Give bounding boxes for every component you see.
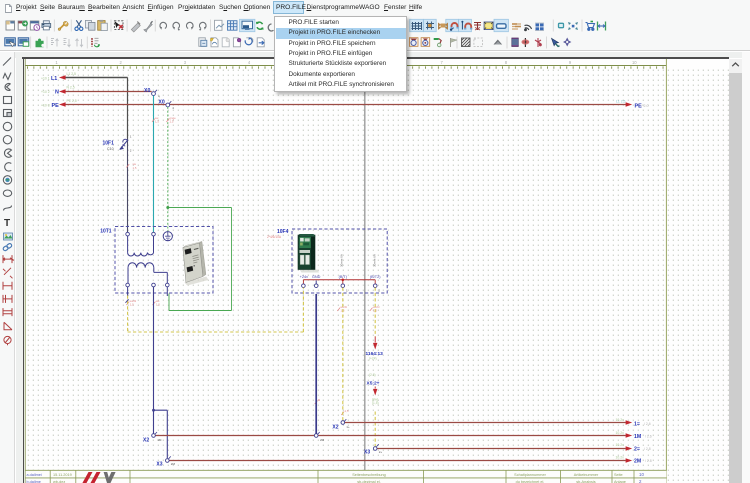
svg-text:1,5: 1,5 — [170, 119, 174, 123]
svg-text:1M: 1M — [157, 438, 162, 442]
svg-text:2M: 2M — [320, 438, 325, 442]
svg-text:L1: L1 — [51, 76, 57, 82]
svg-text:X0: X0 — [158, 100, 164, 106]
svg-text:(+24): (+24) — [369, 357, 377, 361]
svg-text:1M: 1M — [634, 434, 641, 440]
svg-text:15.11.2019: 15.11.2019 — [53, 473, 72, 477]
svg-text:2: 2 — [120, 60, 123, 65]
svg-text:1: 1 — [130, 135, 132, 139]
svg-text:/ 2.8: / 2.8 — [645, 459, 652, 463]
svg-text:10.2x: 10.2x — [616, 455, 625, 459]
svg-text:1,5: 1,5 — [130, 302, 134, 306]
svg-text:PE 2,5: PE 2,5 — [67, 99, 77, 103]
svg-text:1,5: 1,5 — [345, 409, 349, 413]
svg-text:8: 8 — [505, 60, 508, 65]
svg-text:X2: X2 — [332, 425, 338, 431]
svg-text:bl: bl — [318, 398, 321, 402]
svg-text:2+: 2+ — [379, 450, 383, 454]
svg-text:+10 2: +10 2 — [41, 90, 50, 94]
svg-text:Schaltplannummer: Schaltplannummer — [514, 473, 546, 477]
svg-text:Artikelnummer: Artikelnummer — [574, 473, 599, 477]
svg-text:2=: 2= — [634, 446, 640, 452]
svg-text:GND: GND — [312, 275, 321, 279]
svg-text:2: 2 — [378, 289, 380, 293]
svg-text:+24v: +24v — [300, 275, 308, 279]
svg-text:X3: X3 — [364, 450, 370, 456]
svg-text:+10 3: +10 3 — [41, 104, 50, 108]
svg-text:N: N — [55, 90, 59, 96]
svg-text:1,5: 1,5 — [155, 119, 159, 123]
svg-text:C10: C10 — [107, 147, 114, 151]
svg-text:1: 1 — [55, 60, 58, 65]
svg-text:(B/T): (B/T) — [339, 275, 348, 279]
svg-text:10.2x: 10.2x — [616, 443, 625, 447]
svg-text:L1 2,5: L1 2,5 — [67, 72, 77, 76]
svg-text:30mm 6A: 30mm 6A — [339, 254, 343, 267]
svg-text:X5:2+: X5:2+ — [367, 381, 380, 387]
svg-text:X3: X3 — [156, 462, 162, 468]
svg-text:10: 10 — [632, 60, 637, 65]
svg-text:/ 2.6: / 2.6 — [644, 422, 651, 426]
svg-text:/ 2.6: / 2.6 — [645, 435, 652, 439]
svg-text:2M: 2M — [634, 459, 641, 465]
svg-text:30mm 6A: 30mm 6A — [373, 254, 377, 267]
svg-text:+10 1: +10 1 — [41, 77, 50, 81]
svg-text:10.2x: 10.2x — [616, 418, 625, 422]
svg-text:4: 4 — [172, 106, 174, 110]
svg-text:9: 9 — [569, 60, 572, 65]
svg-text:2: 2 — [130, 149, 132, 153]
svg-text:10: 10 — [639, 472, 644, 477]
svg-text:10F1: 10F1 — [103, 141, 115, 147]
svg-text:2M: 2M — [171, 462, 176, 466]
svg-text:4: 4 — [158, 95, 160, 99]
svg-text:/ 2.0: / 2.0 — [642, 104, 649, 108]
svg-text:Seitenbeschreibung: Seitenbeschreibung — [352, 473, 386, 477]
svg-text:4: 4 — [248, 60, 251, 65]
svg-text:/ 2.8: / 2.8 — [644, 447, 651, 451]
svg-text:(1,5): (1,5) — [372, 401, 379, 405]
svg-text:X0: X0 — [144, 88, 150, 94]
svg-text:L1 2,5: L1 2,5 — [616, 99, 626, 103]
svg-text:N 2,5: N 2,5 — [67, 86, 75, 90]
svg-text:1=: 1= — [634, 421, 640, 427]
svg-text:a.dallmei: a.dallmei — [27, 473, 42, 477]
svg-text:1,5: 1,5 — [133, 166, 137, 170]
svg-text:7: 7 — [441, 60, 444, 65]
svg-text:PE: PE — [52, 103, 60, 109]
svg-text:Seite: Seite — [614, 473, 623, 477]
svg-text:10T1: 10T1 — [100, 229, 112, 235]
svg-text:2*4/6/10A: 2*4/6/10A — [267, 235, 282, 239]
svg-text:10.2x: 10.2x — [616, 431, 625, 435]
svg-text:1: 1 — [346, 289, 348, 293]
svg-text:(2.6): (2.6) — [369, 373, 376, 377]
svg-text:(B/T2): (B/T2) — [370, 275, 381, 279]
svg-text:X2: X2 — [143, 437, 149, 443]
svg-text:3: 3 — [184, 60, 187, 65]
svg-text:1,5: 1,5 — [156, 302, 160, 306]
svg-text:1+: 1+ — [346, 425, 350, 429]
